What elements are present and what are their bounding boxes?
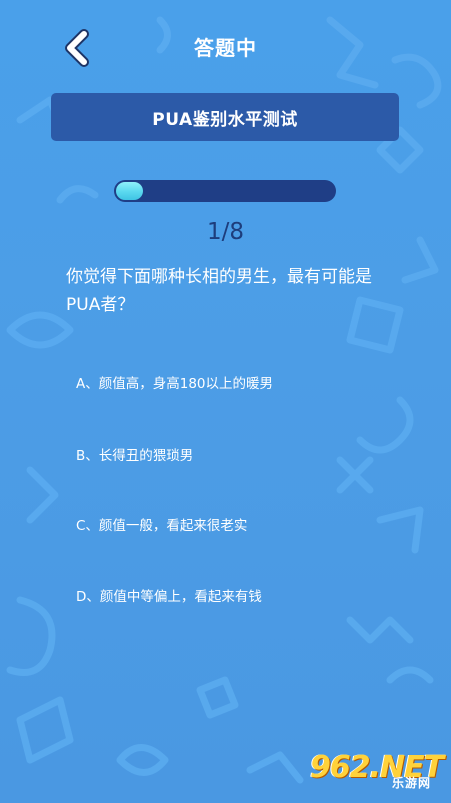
option-label: A、颜值高，身高180以上的暖男: [76, 376, 274, 392]
option-label: B、长得丑的猥琐男: [76, 448, 194, 464]
option-d[interactable]: D、颜值中等偏上，看起来有钱: [66, 578, 396, 612]
option-b[interactable]: B、长得丑的猥琐男: [66, 437, 396, 471]
quiz-title: PUA鉴别水平测试: [152, 109, 298, 130]
option-label: C、颜值一般，看起来很老实: [76, 518, 248, 534]
option-a[interactable]: A、颜值高，身高180以上的暖男: [66, 365, 396, 399]
quiz-title-card: PUA鉴别水平测试: [51, 93, 399, 141]
question-counter: 1/8: [206, 219, 244, 245]
progress-fill: [116, 182, 143, 200]
question-text: 你觉得下面哪种长相的男生，最有可能是PUA者？: [66, 267, 372, 315]
progress-bar: [114, 180, 336, 202]
option-label: D、颜值中等偏上，看起来有钱: [76, 589, 262, 605]
option-c[interactable]: C、颜值一般，看起来很老实: [66, 507, 396, 541]
site-watermark: 962.NET 乐游网: [310, 750, 446, 800]
page-title: 答题中: [194, 36, 257, 60]
top-bar: 答题中: [0, 0, 451, 92]
watermark-subtitle: 乐游网: [392, 776, 432, 790]
